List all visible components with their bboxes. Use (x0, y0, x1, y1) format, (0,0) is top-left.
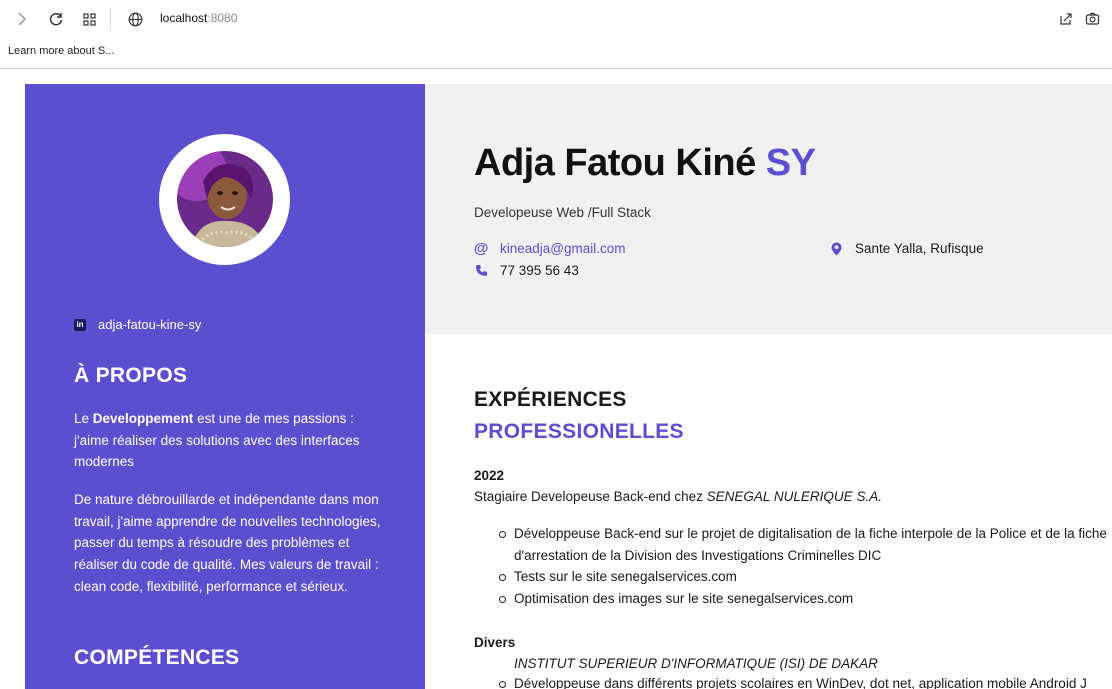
job-company: SENEGAL NULERIQUE S.A. (706, 489, 882, 504)
forward-icon[interactable] (12, 9, 32, 29)
at-icon: @ (473, 240, 489, 257)
skills-heading: COMPÉTENCES (74, 646, 240, 669)
job-position-prefix: Stagiaire Developeuse Back-end chez (474, 489, 707, 504)
experience-heading: EXPÉRIENCES (474, 388, 627, 411)
bookmarks-bar: Learn more about S... (0, 38, 1112, 69)
list-item: Tests sur le site senegalservices.com (474, 566, 1107, 588)
email-link[interactable]: kineadja@gmail.com (500, 241, 626, 256)
url-port: :8080 (207, 11, 238, 25)
reload-icon[interactable] (46, 9, 66, 29)
apps-grid-icon[interactable] (79, 9, 99, 29)
job-position: Stagiaire Developeuse Back-end chez SENE… (474, 489, 882, 504)
list-item: Développeuse Back-end sur le projet de d… (474, 523, 1107, 545)
about-paragraph-1: Le Developpement est une de mes passions… (74, 408, 384, 473)
first-names: Adja Fatou Kiné (474, 142, 756, 184)
profile-header: Adja Fatou Kiné SY Developeuse Web /Full… (425, 84, 1112, 334)
contact-location: Sante Yalla, Rufisque (829, 241, 984, 256)
profile-sidebar: in adja-fatou-kine-sy À PROPOS Le Develo… (25, 84, 425, 689)
screenshot-icon[interactable] (1082, 9, 1102, 29)
job-year: Divers (474, 635, 516, 650)
avatar (177, 151, 273, 247)
about-heading: À PROPOS (74, 364, 188, 387)
browser-toolbar: localhost:8080 (0, 0, 1112, 38)
share-icon[interactable] (1056, 9, 1076, 29)
last-name: SY (765, 142, 816, 184)
list-item: Développeuse dans différents projets sco… (474, 673, 1087, 689)
job-year: 2022 (474, 468, 505, 483)
list-item: Optimisation des images sur le site sene… (474, 588, 1107, 610)
avatar-frame (159, 134, 290, 265)
url-host: localhost (160, 11, 208, 25)
experience-section: EXPÉRIENCES PROFESSIONELLES 2022 Stagiai… (425, 334, 1112, 689)
linkedin-icon: in (74, 318, 86, 331)
list-item-continuation: d'arrestation de la Division des Investi… (514, 547, 882, 563)
job-company-line: INSTITUT SUPERIEUR D'INFORMATIQUE (ISI) … (514, 656, 878, 671)
experience-heading-accent: PROFESSIONELLES (474, 420, 684, 443)
location-pin-icon (829, 242, 843, 256)
phone-icon (474, 264, 488, 278)
contact-phone: 77 395 56 43 (474, 263, 579, 278)
job-tasks-list: Développeuse Back-end sur le projet de d… (474, 523, 1107, 610)
linkedin-link[interactable]: in adja-fatou-kine-sy (74, 317, 201, 332)
job-company: INSTITUT SUPERIEUR D'INFORMATIQUE (ISI) … (514, 656, 878, 671)
toolbar-divider (110, 8, 111, 30)
address-bar[interactable]: localhost:8080 (160, 11, 237, 25)
site-info-icon[interactable] (125, 9, 145, 29)
about-paragraph-2: De nature débrouillarde et indépendante … (74, 492, 381, 594)
about-p1-prefix: Le (74, 411, 93, 426)
job-role: Developeuse Web /Full Stack (474, 205, 651, 220)
contact-email[interactable]: @ kineadja@gmail.com (473, 240, 626, 257)
phone-number: 77 395 56 43 (500, 263, 579, 278)
location-text: Sante Yalla, Rufisque (855, 241, 984, 256)
page-viewport: in adja-fatou-kine-sy À PROPOS Le Develo… (0, 70, 1112, 689)
job-tasks-list: Développeuse dans différents projets sco… (474, 673, 1087, 689)
page-title: Adja Fatou Kiné SY (474, 142, 816, 185)
bookmark-item[interactable]: Learn more about S... (8, 45, 114, 57)
linkedin-handle: adja-fatou-kine-sy (98, 317, 202, 332)
about-p1-bold: Developpement (92, 411, 194, 426)
